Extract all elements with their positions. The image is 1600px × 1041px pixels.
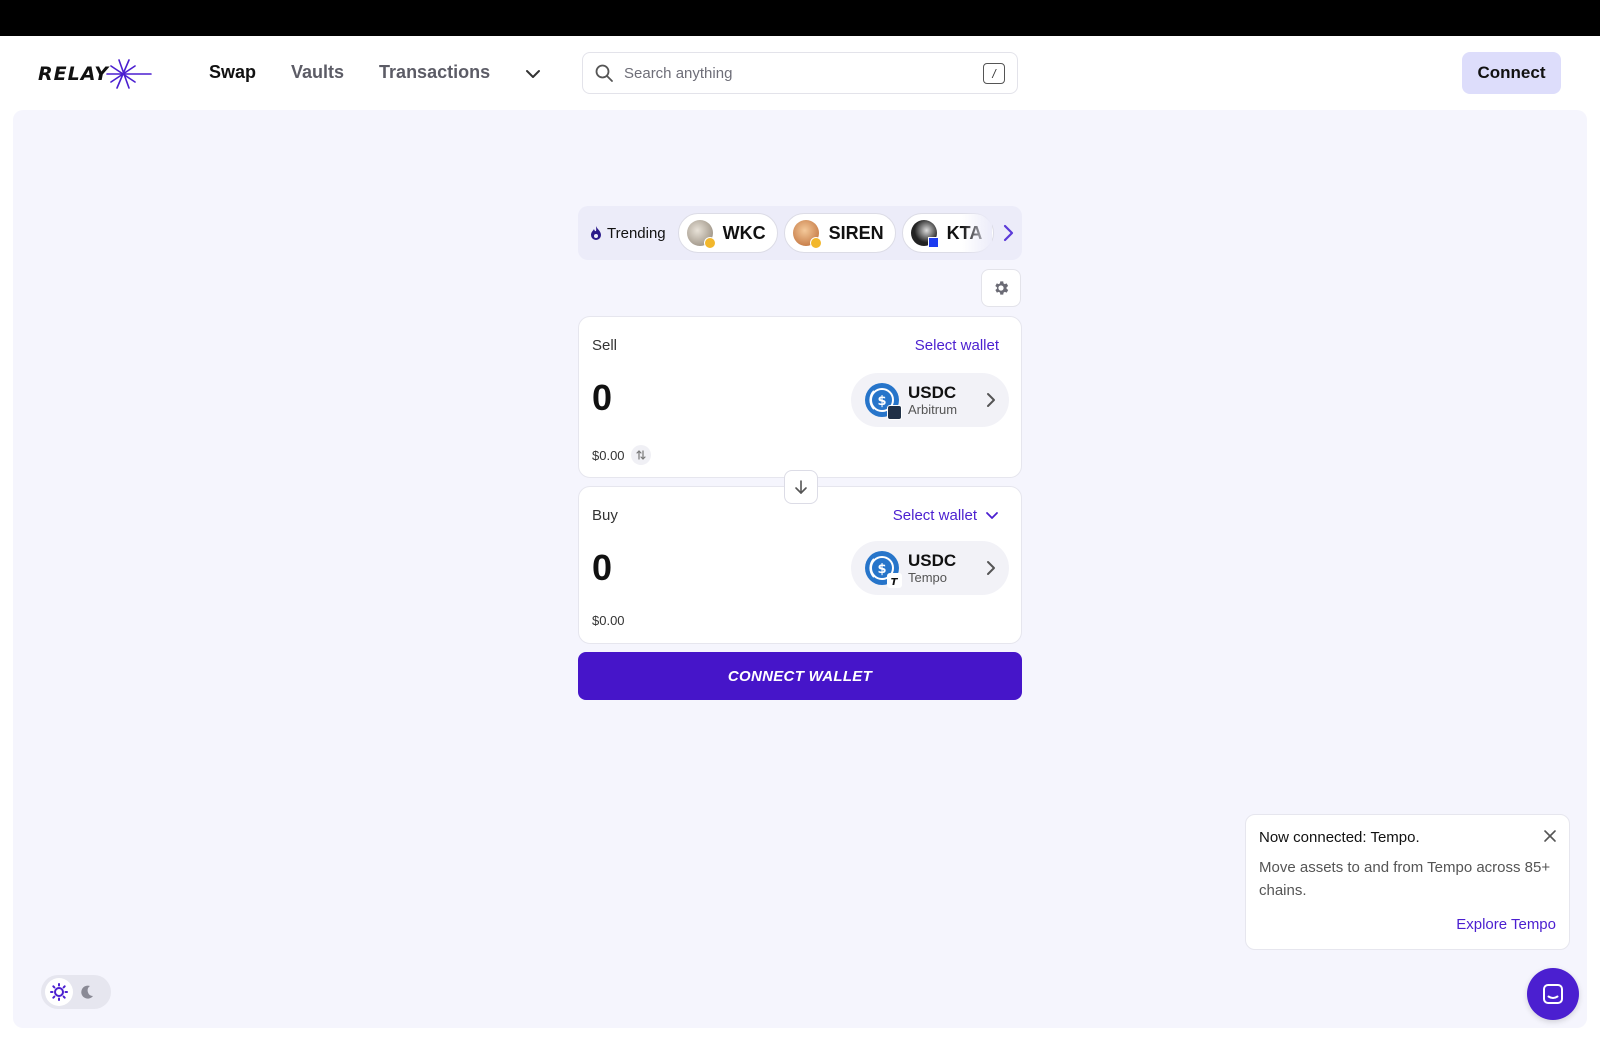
- light-theme-button[interactable]: [45, 978, 73, 1006]
- trending-label: Trending: [589, 225, 666, 242]
- support-chat-button[interactable]: [1527, 968, 1579, 1020]
- usdc-token-icon: $: [864, 382, 902, 420]
- swap-vertical-icon: [635, 450, 646, 460]
- theme-toggle: [41, 975, 111, 1009]
- main-nav: Swap Vaults Transactions: [209, 62, 541, 83]
- close-icon[interactable]: [1543, 829, 1557, 843]
- toggle-currency-button[interactable]: [630, 445, 651, 465]
- flip-direction-button[interactable]: [784, 470, 818, 504]
- chevron-right-icon[interactable]: [1000, 221, 1016, 245]
- arrow-down-icon: [795, 480, 807, 494]
- logo-star-icon: [106, 59, 152, 89]
- tempo-chain-icon: T: [887, 573, 902, 588]
- trending-text: Trending: [607, 224, 666, 242]
- buy-select-wallet-label: Select wallet: [892, 507, 977, 524]
- buy-label: Buy: [592, 507, 618, 524]
- search-shortcut-key: /: [983, 63, 1005, 84]
- siren-token-icon: [792, 220, 822, 249]
- connection-toast: Now connected: Tempo. Move assets to and…: [1245, 814, 1570, 950]
- chevron-right-icon: [987, 393, 995, 407]
- settings-button[interactable]: [981, 269, 1021, 307]
- connect-button[interactable]: Connect: [1462, 52, 1561, 94]
- connect-wallet-button[interactable]: CONNECT WALLET: [578, 652, 1022, 700]
- nav-swap[interactable]: Swap: [209, 62, 256, 83]
- svg-text:T: T: [891, 577, 899, 587]
- buy-amount-input[interactable]: [592, 547, 792, 589]
- buy-token-select[interactable]: $ T USDC Tempo: [851, 541, 1009, 595]
- buy-panel: Buy Select wallet $0.00 $ T USDC Tempo: [578, 486, 1022, 644]
- sun-icon: [50, 983, 68, 1001]
- wkc-token-icon: [686, 220, 716, 249]
- sell-amount-input[interactable]: [592, 377, 792, 419]
- search-bar: /: [582, 52, 1018, 94]
- moon-icon: [81, 985, 93, 999]
- arbitrum-chain-icon: [887, 405, 902, 420]
- buy-select-wallet[interactable]: Select wallet: [893, 507, 999, 524]
- flame-icon: [591, 226, 601, 240]
- kta-token-icon: [910, 220, 939, 248]
- nav-transactions[interactable]: Transactions: [379, 62, 490, 83]
- chevron-down-icon[interactable]: [525, 68, 541, 80]
- sell-label: Sell: [592, 337, 618, 354]
- gear-icon: [995, 281, 1009, 295]
- dark-theme-button[interactable]: [73, 978, 101, 1006]
- explore-tempo-link[interactable]: Explore Tempo: [1456, 916, 1556, 933]
- logo-text: RELAY: [38, 63, 109, 85]
- sell-token-symbol: USDC: [908, 383, 957, 402]
- token-name: SIREN: [828, 222, 884, 243]
- buy-usd-value: $0.00: [592, 613, 625, 628]
- toast-body: Move assets to and from Tempo across 85+…: [1259, 859, 1551, 899]
- chevron-right-icon: [987, 561, 995, 575]
- sell-usd-row: $0.00: [592, 445, 651, 465]
- sell-select-wallet[interactable]: Select wallet: [915, 337, 999, 354]
- nav-vaults[interactable]: Vaults: [291, 62, 344, 83]
- token-name: WKC: [722, 222, 766, 243]
- chat-icon: [1543, 984, 1563, 1004]
- svg-text:$: $: [877, 394, 886, 409]
- svg-text:$: $: [877, 562, 886, 577]
- usdc-token-icon: $ T: [864, 550, 902, 588]
- search-icon: [595, 64, 613, 82]
- buy-usd-row: $0.00: [592, 613, 625, 628]
- trending-bar: Trending WKC SIREN KTA: [578, 206, 1022, 260]
- buy-token-symbol: USDC: [908, 551, 957, 570]
- sell-panel: Sell Select wallet $0.00 $ USDC Arb: [578, 316, 1022, 478]
- trending-token-wkc[interactable]: WKC: [677, 213, 778, 253]
- sell-token-select[interactable]: $ USDC Arbitrum: [851, 373, 1009, 427]
- sell-usd-value: $0.00: [592, 447, 625, 463]
- sell-token-chain: Arbitrum: [908, 402, 958, 417]
- search-input[interactable]: [624, 64, 964, 82]
- chevron-down-icon: [986, 511, 998, 519]
- browser-top-bar: [0, 0, 1600, 36]
- trending-token-siren[interactable]: SIREN: [783, 213, 896, 253]
- trending-fade: [962, 206, 992, 260]
- relay-logo[interactable]: RELAY: [38, 58, 153, 90]
- buy-token-chain: Tempo: [908, 570, 948, 585]
- toast-title: Now connected: Tempo.: [1259, 829, 1420, 846]
